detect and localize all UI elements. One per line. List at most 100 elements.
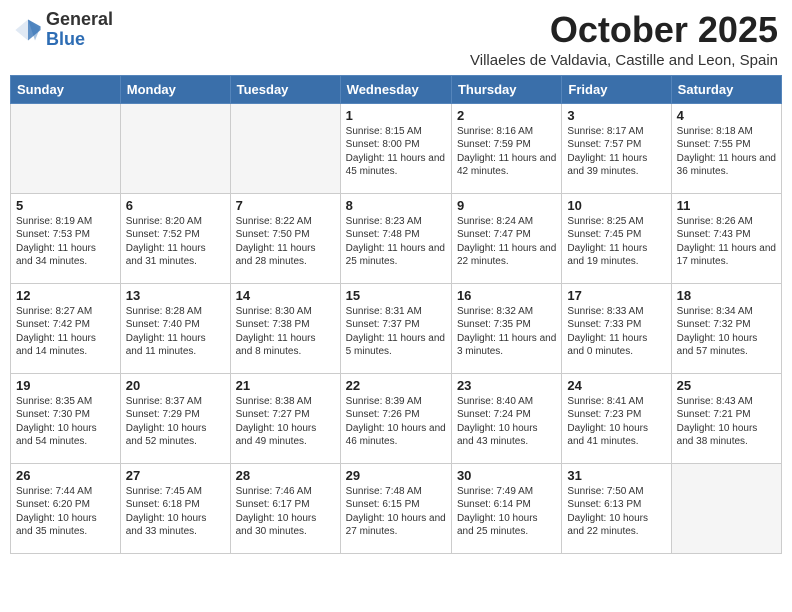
calendar-cell: 2 Sunrise: 8:16 AMSunset: 7:59 PMDaylight… <box>451 103 561 193</box>
day-number: 12 <box>16 288 115 303</box>
calendar-cell: 13 Sunrise: 8:28 AMSunset: 7:40 PMDayligh… <box>120 283 230 373</box>
day-number: 9 <box>457 198 556 213</box>
calendar-week-row: 12 Sunrise: 8:27 AMSunset: 7:42 PMDayligh… <box>11 283 782 373</box>
calendar-week-row: 19 Sunrise: 8:35 AMSunset: 7:30 PMDayligh… <box>11 373 782 463</box>
day-number: 10 <box>567 198 665 213</box>
calendar-cell: 27 Sunrise: 7:45 AMSunset: 6:18 PMDayligh… <box>120 463 230 553</box>
cell-content: Sunrise: 8:37 AMSunset: 7:29 PMDaylight:… <box>126 395 225 449</box>
calendar-cell <box>230 103 340 193</box>
weekday-header: Wednesday <box>340 75 451 103</box>
cell-content: Sunrise: 8:26 AMSunset: 7:43 PMDaylight:… <box>677 215 776 269</box>
cell-content: Sunrise: 8:39 AMSunset: 7:26 PMDaylight:… <box>346 395 446 449</box>
calendar-cell: 28 Sunrise: 7:46 AMSunset: 6:17 PMDayligh… <box>230 463 340 553</box>
calendar-cell: 29Sunrise: 7:48 AMSunset: 6:15 PMDayligh… <box>340 463 451 553</box>
calendar-cell: 19 Sunrise: 8:35 AMSunset: 7:30 PMDayligh… <box>11 373 121 463</box>
logo-general: General <box>46 10 113 30</box>
cell-content: Sunrise: 8:43 AMSunset: 7:21 PMDaylight:… <box>677 395 776 449</box>
day-number: 26 <box>16 468 115 483</box>
calendar-cell: 7 Sunrise: 8:22 AMSunset: 7:50 PMDaylight… <box>230 193 340 283</box>
day-number: 17 <box>567 288 665 303</box>
cell-content: Sunrise: 8:27 AMSunset: 7:42 PMDaylight:… <box>16 305 115 359</box>
day-number: 5 <box>16 198 115 213</box>
calendar-cell: 3Sunrise: 8:17 AMSunset: 7:57 PMDaylight… <box>562 103 671 193</box>
weekday-header: Friday <box>562 75 671 103</box>
calendar-cell: 30Sunrise: 7:49 AMSunset: 6:14 PMDayligh… <box>451 463 561 553</box>
calendar-cell: 25 Sunrise: 8:43 AMSunset: 7:21 PMDayligh… <box>671 373 781 463</box>
weekday-header: Thursday <box>451 75 561 103</box>
day-number: 15 <box>346 288 446 303</box>
calendar-cell: 24 Sunrise: 8:41 AMSunset: 7:23 PMDayligh… <box>562 373 671 463</box>
cell-content: Sunrise: 8:22 AMSunset: 7:50 PMDaylight:… <box>236 215 335 269</box>
calendar-table: SundayMondayTuesdayWednesdayThursdayFrid… <box>10 75 782 554</box>
day-number: 13 <box>126 288 225 303</box>
logo-text: General Blue <box>46 10 113 50</box>
calendar-cell: 4 Sunrise: 8:18 AMSunset: 7:55 PMDaylight… <box>671 103 781 193</box>
day-number: 2 <box>457 108 556 123</box>
calendar-cell: 1 Sunrise: 8:15 AMSunset: 8:00 PMDaylight… <box>340 103 451 193</box>
day-number: 21 <box>236 378 335 393</box>
day-number: 7 <box>236 198 335 213</box>
cell-content: Sunrise: 7:46 AMSunset: 6:17 PMDaylight:… <box>236 485 335 539</box>
calendar-cell: 16 Sunrise: 8:32 AMSunset: 7:35 PMDayligh… <box>451 283 561 373</box>
cell-content: Sunrise: 7:45 AMSunset: 6:18 PMDaylight:… <box>126 485 225 539</box>
cell-content: Sunrise: 8:25 AMSunset: 7:45 PMDaylight:… <box>567 215 665 269</box>
calendar-week-row: 26 Sunrise: 7:44 AMSunset: 6:20 PMDayligh… <box>11 463 782 553</box>
day-number: 27 <box>126 468 225 483</box>
day-number: 4 <box>677 108 776 123</box>
cell-content: Sunrise: 8:16 AMSunset: 7:59 PMDaylight:… <box>457 125 556 179</box>
cell-content: Sunrise: 8:19 AMSunset: 7:53 PMDaylight:… <box>16 215 115 269</box>
cell-content: Sunrise: 8:35 AMSunset: 7:30 PMDaylight:… <box>16 395 115 449</box>
logo: General Blue <box>14 10 113 50</box>
calendar-cell <box>120 103 230 193</box>
calendar-week-row: 1 Sunrise: 8:15 AMSunset: 8:00 PMDaylight… <box>11 103 782 193</box>
day-number: 6 <box>126 198 225 213</box>
calendar-cell: 14Sunrise: 8:30 AMSunset: 7:38 PMDayligh… <box>230 283 340 373</box>
calendar-cell: 23Sunrise: 8:40 AMSunset: 7:24 PMDayligh… <box>451 373 561 463</box>
day-number: 30 <box>457 468 556 483</box>
day-number: 19 <box>16 378 115 393</box>
calendar-cell: 26 Sunrise: 7:44 AMSunset: 6:20 PMDayligh… <box>11 463 121 553</box>
day-number: 1 <box>346 108 446 123</box>
day-number: 25 <box>677 378 776 393</box>
cell-content: Sunrise: 8:41 AMSunset: 7:23 PMDaylight:… <box>567 395 665 449</box>
day-number: 11 <box>677 198 776 213</box>
calendar-cell: 11 Sunrise: 8:26 AMSunset: 7:43 PMDayligh… <box>671 193 781 283</box>
calendar-cell: 9 Sunrise: 8:24 AMSunset: 7:47 PMDaylight… <box>451 193 561 283</box>
cell-content: Sunrise: 7:50 AMSunset: 6:13 PMDaylight:… <box>567 485 665 539</box>
calendar-cell: 15Sunrise: 8:31 AMSunset: 7:37 PMDayligh… <box>340 283 451 373</box>
cell-content: Sunrise: 8:38 AMSunset: 7:27 PMDaylight:… <box>236 395 335 449</box>
header: General Blue October 2025 Villaeles de V… <box>10 10 782 69</box>
cell-content: Sunrise: 8:32 AMSunset: 7:35 PMDaylight:… <box>457 305 556 359</box>
cell-content: Sunrise: 8:40 AMSunset: 7:24 PMDaylight:… <box>457 395 556 449</box>
cell-content: Sunrise: 8:20 AMSunset: 7:52 PMDaylight:… <box>126 215 225 269</box>
cell-content: Sunrise: 8:33 AMSunset: 7:33 PMDaylight:… <box>567 305 665 359</box>
weekday-header: Sunday <box>11 75 121 103</box>
calendar-week-row: 5 Sunrise: 8:19 AMSunset: 7:53 PMDaylight… <box>11 193 782 283</box>
calendar-header-row: SundayMondayTuesdayWednesdayThursdayFrid… <box>11 75 782 103</box>
cell-content: Sunrise: 8:15 AMSunset: 8:00 PMDaylight:… <box>346 125 446 179</box>
day-number: 22 <box>346 378 446 393</box>
cell-content: Sunrise: 7:44 AMSunset: 6:20 PMDaylight:… <box>16 485 115 539</box>
calendar-cell: 5 Sunrise: 8:19 AMSunset: 7:53 PMDaylight… <box>11 193 121 283</box>
calendar-cell: 6 Sunrise: 8:20 AMSunset: 7:52 PMDaylight… <box>120 193 230 283</box>
weekday-header: Tuesday <box>230 75 340 103</box>
cell-content: Sunrise: 8:28 AMSunset: 7:40 PMDaylight:… <box>126 305 225 359</box>
calendar-cell: 10 Sunrise: 8:25 AMSunset: 7:45 PMDayligh… <box>562 193 671 283</box>
day-number: 18 <box>677 288 776 303</box>
logo-blue: Blue <box>46 30 113 50</box>
day-number: 16 <box>457 288 556 303</box>
title-section: October 2025 Villaeles de Valdavia, Cast… <box>470 10 778 69</box>
calendar-cell: 12 Sunrise: 8:27 AMSunset: 7:42 PMDayligh… <box>11 283 121 373</box>
cell-content: Sunrise: 8:17 AMSunset: 7:57 PMDaylight:… <box>567 125 665 179</box>
cell-content: Sunrise: 7:48 AMSunset: 6:15 PMDaylight:… <box>346 485 446 539</box>
cell-content: Sunrise: 8:18 AMSunset: 7:55 PMDaylight:… <box>677 125 776 179</box>
weekday-header: Monday <box>120 75 230 103</box>
calendar-cell: 17 Sunrise: 8:33 AMSunset: 7:33 PMDayligh… <box>562 283 671 373</box>
calendar-cell: 20Sunrise: 8:37 AMSunset: 7:29 PMDayligh… <box>120 373 230 463</box>
calendar-cell <box>671 463 781 553</box>
day-number: 24 <box>567 378 665 393</box>
day-number: 28 <box>236 468 335 483</box>
calendar-cell: 21 Sunrise: 8:38 AMSunset: 7:27 PMDayligh… <box>230 373 340 463</box>
day-number: 14 <box>236 288 335 303</box>
cell-content: Sunrise: 8:24 AMSunset: 7:47 PMDaylight:… <box>457 215 556 269</box>
